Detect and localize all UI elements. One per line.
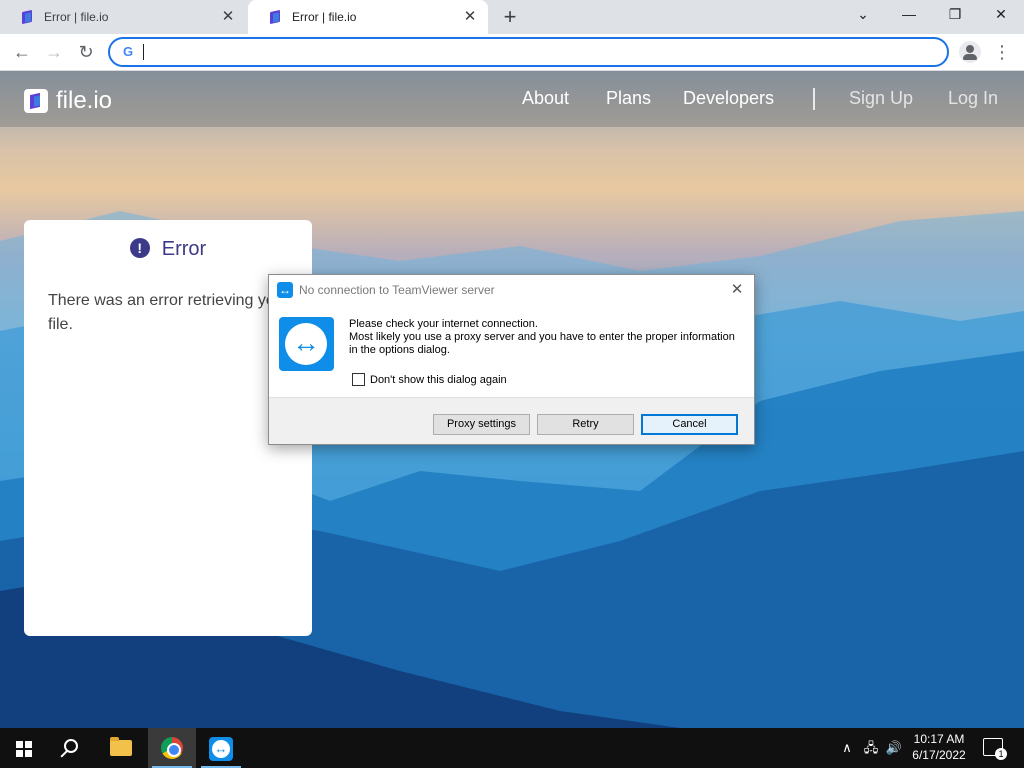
nav-plans-link[interactable]: Plans — [606, 88, 651, 109]
dialog-title: No connection to TeamViewer server — [299, 283, 495, 297]
browser-tab-1[interactable]: Error | file.io ✕ — [0, 0, 246, 34]
fileio-favicon-icon — [270, 10, 282, 24]
start-button[interactable] — [0, 728, 48, 768]
chrome-icon — [161, 737, 183, 759]
forward-button[interactable]: → — [40, 38, 68, 66]
tab-title: Error | file.io — [292, 10, 357, 24]
tab-title: Error | file.io — [44, 10, 109, 24]
back-button[interactable]: ← — [8, 38, 36, 66]
teamviewer-icon — [277, 282, 293, 298]
nav-log-in-link[interactable]: Log In — [948, 88, 998, 109]
retry-button[interactable]: Retry — [537, 414, 634, 435]
taskbar-teamviewer[interactable]: ↔ — [197, 728, 245, 768]
new-tab-button[interactable]: + — [498, 4, 522, 30]
restore-button[interactable]: ❐ — [932, 0, 978, 30]
nav-sign-up-link[interactable]: Sign Up — [849, 88, 913, 109]
search-icon — [64, 739, 78, 753]
address-input[interactable] — [142, 42, 932, 62]
text-caret — [143, 44, 144, 60]
dialog-message-line: Most likely you use a proxy server and y… — [349, 331, 735, 356]
teamviewer-taskbar-icon: ↔ — [209, 737, 233, 761]
error-title-text: Error — [161, 238, 207, 260]
browser-toolbar: ← → ↻ G ⋮ — [0, 34, 1024, 71]
window-close-button[interactable]: ✕ — [978, 0, 1024, 30]
profile-avatar-icon[interactable] — [959, 41, 981, 63]
cancel-button[interactable]: Cancel — [641, 414, 738, 435]
fileio-logo-icon — [24, 89, 48, 113]
fileio-favicon-icon — [22, 10, 34, 24]
logo-text: file.io — [56, 87, 113, 114]
google-icon: G — [122, 44, 134, 59]
notification-center-icon[interactable]: 1 — [983, 738, 1007, 760]
taskbar-chrome[interactable] — [148, 728, 196, 768]
checkbox-label: Don't show this dialog again — [370, 373, 507, 386]
chrome-menu-icon[interactable]: ⋮ — [992, 38, 1012, 66]
checkbox-box[interactable] — [352, 373, 365, 386]
taskbar-search-button[interactable] — [48, 728, 96, 768]
volume-icon[interactable]: 🔊 — [884, 728, 904, 768]
proxy-settings-button[interactable]: Proxy settings — [433, 414, 530, 435]
tray-chevron-icon[interactable]: ∧ — [838, 728, 856, 768]
site-header: file.io About Plans Developers Sign Up L… — [0, 71, 1024, 127]
minimize-button[interactable]: — — [886, 0, 932, 30]
nav-divider — [813, 88, 815, 110]
dialog-message: Please check your internet connection. M… — [349, 318, 744, 357]
teamviewer-logo-icon: ↔ — [279, 317, 334, 371]
fileio-logo[interactable]: file.io — [24, 87, 112, 115]
network-icon[interactable]: 🖧 — [860, 728, 882, 768]
dont-show-again-checkbox[interactable]: Don't show this dialog again — [352, 373, 507, 386]
taskbar-file-explorer[interactable] — [98, 728, 146, 768]
error-heading: ! Error — [24, 238, 312, 261]
reload-button[interactable]: ↻ — [72, 38, 100, 66]
address-bar[interactable]: G — [108, 37, 949, 67]
windows-taskbar: ↔ ∧ 🖧 🔊 10:17 AM 6/17/2022 1 — [0, 728, 1024, 768]
taskbar-clock[interactable]: 10:17 AM 6/17/2022 — [904, 731, 974, 763]
teamviewer-dialog: No connection to TeamViewer server ✕ ↔ P… — [268, 274, 755, 445]
browser-tab-strip: Error | file.io ✕ Error | file.io ✕ + ⌄ … — [0, 0, 1024, 34]
dialog-button-bar: Proxy settings Retry Cancel — [269, 397, 754, 444]
clock-date: 6/17/2022 — [912, 748, 966, 762]
dialog-close-icon[interactable]: ✕ — [726, 279, 748, 301]
browser-tab-2[interactable]: Error | file.io ✕ — [248, 0, 488, 34]
notification-count-badge: 1 — [995, 748, 1007, 760]
folder-icon — [110, 737, 132, 756]
tab-close-icon[interactable]: ✕ — [220, 9, 236, 25]
tab-search-chevron-icon[interactable]: ⌄ — [840, 0, 886, 30]
tab-close-icon[interactable]: ✕ — [462, 9, 478, 25]
clock-time: 10:17 AM — [913, 732, 965, 746]
windows-logo-icon — [16, 741, 32, 757]
nav-about-link[interactable]: About — [522, 88, 569, 109]
error-message: There was an error retrieving your file. — [48, 292, 289, 333]
dialog-message-line: Please check your internet connection. — [349, 318, 538, 330]
nav-developers-link[interactable]: Developers — [683, 88, 774, 109]
exclamation-icon: ! — [129, 238, 150, 258]
dialog-titlebar[interactable]: No connection to TeamViewer server ✕ — [269, 275, 754, 305]
